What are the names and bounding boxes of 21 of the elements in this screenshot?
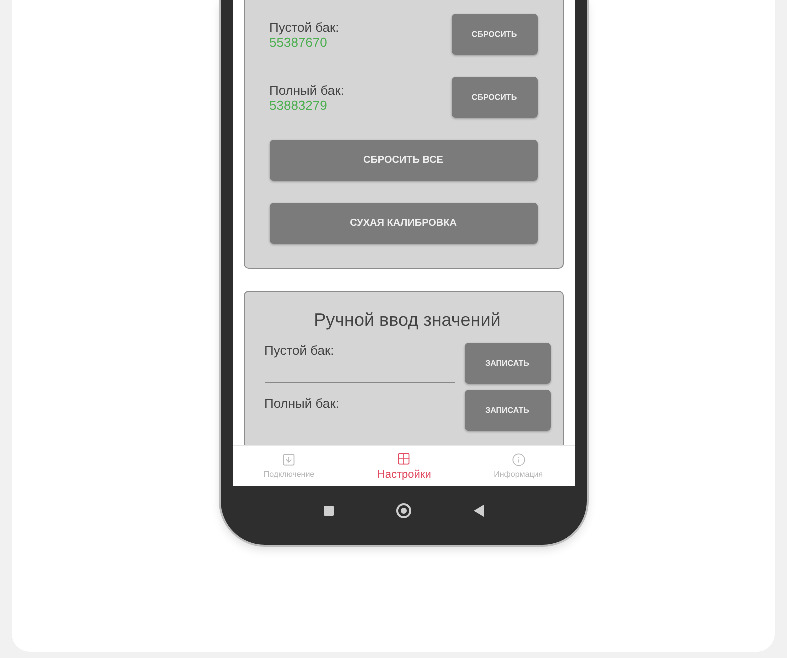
panel-title: Ручной ввод значений <box>313 310 502 331</box>
back-icon[interactable] <box>474 504 484 516</box>
tank-label: Пустой бак: <box>264 343 336 358</box>
tank-label: Полный бак: <box>270 82 344 98</box>
tank-value: 55387670 <box>270 34 328 50</box>
write-button[interactable]: ЗАПИСАТЬ <box>464 390 550 431</box>
recent-apps-icon[interactable] <box>324 506 334 516</box>
tab[interactable]: Подключение <box>264 453 315 479</box>
info-icon <box>512 453 526 467</box>
tank-label: Пустой бак: <box>270 20 340 34</box>
tab[interactable]: Информация <box>494 453 544 479</box>
reset-button[interactable]: СБРОСИТЬ <box>452 14 538 55</box>
write-button[interactable]: ЗАПИСАТЬ <box>464 343 550 384</box>
grid-icon <box>397 452 412 466</box>
action-button[interactable]: СБРОСИТЬ ВСЕ <box>270 140 538 181</box>
home-icon[interactable] <box>396 502 412 518</box>
tank-value: 53883279 <box>270 98 328 112</box>
action-button[interactable]: СУХАЯ КАЛИБРОВКА <box>270 203 538 244</box>
tank-label: Полный бак: <box>264 396 340 411</box>
tab[interactable]: Настройки <box>377 452 432 480</box>
reset-button[interactable]: СБРОСИТЬ <box>452 77 538 118</box>
